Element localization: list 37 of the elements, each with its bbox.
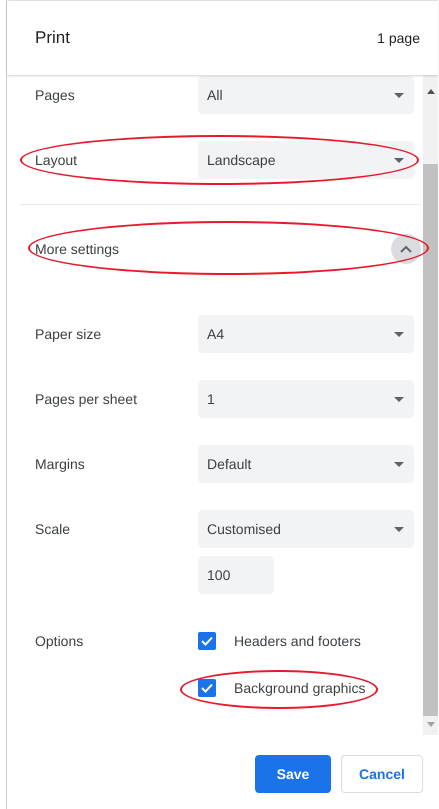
checkmark-icon	[201, 683, 213, 693]
setting-label: Pages	[35, 86, 76, 105]
setting-label: Options	[35, 632, 84, 651]
dropdown[interactable]: Customised	[198, 510, 414, 548]
scrollbar[interactable]	[423, 75, 438, 735]
caret-icon	[394, 158, 404, 162]
setting-label: Margins	[35, 455, 86, 474]
setting-label: Pages per sheet	[35, 390, 138, 409]
dropdown[interactable]: All	[198, 76, 414, 114]
checkbox[interactable]	[198, 679, 216, 697]
chevron-up-icon	[400, 245, 412, 253]
checkbox-label: Headers and footers	[234, 633, 361, 649]
caret-icon	[394, 332, 404, 336]
save-button[interactable]: Save	[255, 755, 331, 793]
scroll-down-arrow-icon[interactable]	[426, 722, 434, 727]
setting-label: Scale	[35, 520, 72, 539]
dialog-title: Print	[35, 28, 70, 48]
dropdown[interactable]: Default	[198, 445, 414, 483]
collapse-button[interactable]	[391, 234, 421, 264]
page-count: 1 page	[377, 30, 420, 46]
dropdown[interactable]: A4	[198, 315, 414, 353]
setting-label: Layout	[35, 151, 78, 170]
caret-icon	[394, 526, 404, 532]
caret-icon	[394, 92, 404, 98]
section-label: More settings	[35, 241, 120, 257]
dropdown[interactable]: 1	[198, 380, 414, 418]
caret-icon	[394, 396, 404, 402]
scroll-up-arrow-icon[interactable]	[426, 89, 434, 94]
checkbox-label: Background graphics	[234, 680, 366, 696]
setting-label: Paper size	[35, 325, 102, 344]
checkbox[interactable]	[198, 632, 216, 650]
checkmark-icon	[201, 636, 213, 646]
dropdown[interactable]: Landscape	[198, 141, 414, 179]
scrollbar-thumb[interactable]	[423, 164, 438, 716]
input-field[interactable]: 100	[198, 556, 274, 594]
caret-icon	[394, 462, 404, 466]
cancel-button[interactable]: Cancel	[341, 755, 423, 793]
